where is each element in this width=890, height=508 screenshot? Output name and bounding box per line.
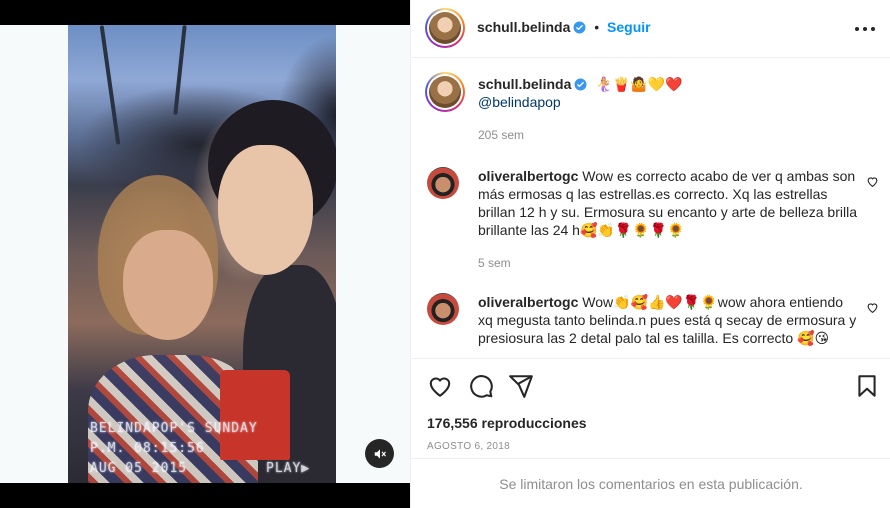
- comment-timestamp[interactable]: 5 sem: [478, 256, 511, 270]
- verified-badge-icon: [573, 21, 586, 34]
- caption-avatar[interactable]: [425, 72, 465, 112]
- comment-text-line: xq megusta tanto belinda.n pues está q s…: [478, 312, 857, 328]
- comment-username[interactable]: oliveralbertogc: [478, 294, 578, 310]
- comment-body: oliveralbertogc Wow👏🥰👍❤️🌹🌻wow ahora enti…: [478, 293, 878, 347]
- header-separator: •: [594, 19, 600, 35]
- vhs-overlay-title: BELINDAPOP'S SUNDAY: [90, 421, 258, 436]
- comment-text-line: brillan 12 h y su. Ermosura su encanto y…: [478, 204, 857, 220]
- caption-emojis: 🧜‍♀️🍟🤷💛❤️: [595, 76, 683, 92]
- caption-line: schull.belinda 🧜‍♀️🍟🤷💛❤️: [478, 75, 682, 93]
- post-date[interactable]: AGOSTO 6, 2018: [427, 441, 510, 452]
- popcorn-cup: [220, 370, 290, 460]
- post-details-panel: schull.belinda • Seguir schull.belinda 🧜…: [410, 0, 890, 508]
- comment-like-heart-icon[interactable]: [866, 175, 879, 188]
- comment-text-line: brillante las 24 h🥰👏🌹🌻🌹🌻: [478, 222, 685, 238]
- media-container: BELINDAPOP'S SUNDAY P.M. 08:15:56 AUG 05…: [0, 25, 410, 483]
- commenter-avatar[interactable]: [427, 167, 459, 199]
- comment-text-line: presiosura las 2 detal palo tal es talil…: [478, 330, 830, 346]
- follow-button[interactable]: Seguir: [607, 19, 651, 35]
- comment-username[interactable]: oliveralbertogc: [478, 168, 578, 184]
- caption-username[interactable]: schull.belinda: [478, 76, 571, 92]
- speaker-muted-icon: [374, 448, 386, 459]
- more-options-icon[interactable]: [855, 19, 875, 39]
- caption-timestamp[interactable]: 205 sem: [478, 128, 524, 142]
- author-avatar[interactable]: [425, 8, 465, 48]
- post-actions: 176,556 reproducciones AGOSTO 6, 2018 Se…: [411, 358, 890, 506]
- author-username[interactable]: schull.belinda: [477, 19, 570, 35]
- mute-button[interactable]: [365, 439, 394, 468]
- comment-like-heart-icon[interactable]: [866, 301, 879, 314]
- commenter-avatar[interactable]: [427, 293, 459, 325]
- caption-mention[interactable]: @belindapop: [478, 93, 561, 111]
- comment-body: oliveralbertogc Wow es correcto acabo de…: [478, 167, 878, 239]
- bookmark-icon[interactable]: [854, 373, 880, 399]
- comment-text-line: Wow es correcto acabo de ver q ambas son: [582, 168, 856, 184]
- vhs-overlay-time: P.M. 08:15:56: [90, 441, 205, 456]
- comments-limited-notice: Se limitaron los comentarios en esta pub…: [411, 458, 890, 508]
- video-player[interactable]: BELINDAPOP'S SUNDAY P.M. 08:15:56 AUG 05…: [68, 25, 336, 483]
- palm-tree-decoration: [99, 25, 121, 145]
- comment-text-line: más ermosas q las estrellas.es correcto.…: [478, 186, 828, 202]
- comment-text-line: Wow👏🥰👍❤️🌹🌻wow ahora entiendo: [582, 294, 844, 310]
- vhs-overlay-date: AUG 05 2015: [90, 461, 188, 476]
- person-right-face: [218, 145, 313, 275]
- verified-badge-icon: [574, 78, 587, 91]
- palm-tree-decoration: [173, 25, 187, 115]
- heart-icon[interactable]: [427, 373, 453, 399]
- post-header: schull.belinda • Seguir: [411, 0, 890, 58]
- comments-list[interactable]: schull.belinda 🧜‍♀️🍟🤷💛❤️ @belindapop 205…: [411, 58, 890, 358]
- vhs-overlay-play: PLAY▶: [266, 461, 311, 476]
- comment-icon[interactable]: [468, 373, 494, 399]
- post-media: BELINDAPOP'S SUNDAY P.M. 08:15:56 AUG 05…: [0, 0, 410, 508]
- share-icon[interactable]: [508, 373, 534, 399]
- views-count: 176,556 reproducciones: [427, 415, 587, 431]
- person-left-face: [123, 230, 213, 340]
- header-user-line: schull.belinda • Seguir: [477, 19, 651, 35]
